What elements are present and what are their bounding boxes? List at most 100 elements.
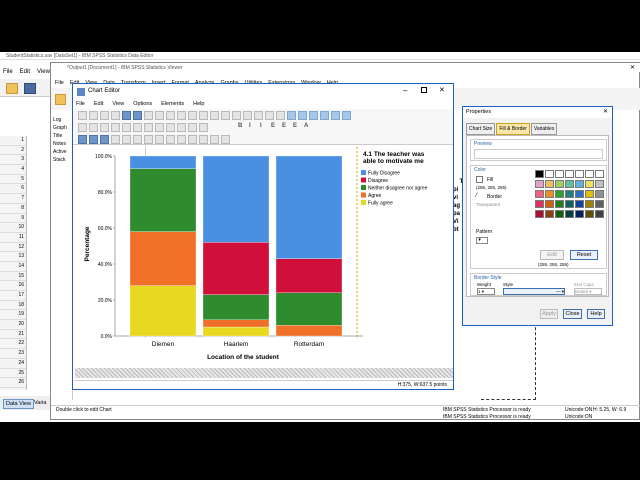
row-number[interactable]: 17 xyxy=(0,291,26,301)
tab-fill-border[interactable]: Fill & Border xyxy=(496,123,530,135)
row-number[interactable]: 11 xyxy=(0,233,26,243)
row-number[interactable]: 6 xyxy=(0,184,26,195)
palette-swatch[interactable] xyxy=(595,210,604,218)
row-number[interactable]: 21 xyxy=(0,330,26,340)
bar-segment[interactable] xyxy=(202,155,270,243)
row-number[interactable]: 2 xyxy=(0,146,26,156)
row-number[interactable]: 19 xyxy=(0,310,26,321)
outline-node[interactable]: Log xyxy=(53,116,67,124)
bar-segment[interactable] xyxy=(202,326,270,337)
menu-file[interactable]: File xyxy=(3,69,13,75)
bar-segment[interactable] xyxy=(202,242,270,295)
palette-swatch[interactable] xyxy=(585,180,594,188)
row-number[interactable]: 15 xyxy=(0,272,26,282)
palette-swatch[interactable] xyxy=(545,210,554,218)
row-number[interactable]: 7 xyxy=(0,194,26,204)
palette-swatch[interactable] xyxy=(555,180,564,188)
palette-swatch[interactable] xyxy=(575,200,584,208)
menu-edit[interactable]: Edit xyxy=(20,69,30,75)
bar-segment[interactable] xyxy=(275,155,343,259)
row-number[interactable]: 13 xyxy=(0,252,26,262)
palette-swatch[interactable] xyxy=(565,210,574,218)
palette-swatch[interactable] xyxy=(535,180,544,188)
palette-swatch[interactable] xyxy=(535,190,544,198)
row-number[interactable]: 23 xyxy=(0,349,26,359)
palette-swatch[interactable] xyxy=(575,190,584,198)
reset-color-button[interactable]: Reset xyxy=(570,250,598,260)
bar-segment[interactable] xyxy=(129,285,197,337)
fill-swatch[interactable] xyxy=(476,176,483,183)
row-number[interactable]: 25 xyxy=(0,369,26,379)
viewer-close-icon[interactable]: ✕ xyxy=(630,64,635,71)
palette-swatch[interactable] xyxy=(585,170,594,178)
outline-node[interactable]: Active xyxy=(53,148,67,156)
apply-button[interactable]: Apply xyxy=(540,309,558,319)
palette-swatch[interactable] xyxy=(595,180,604,188)
row-number[interactable]: 16 xyxy=(0,281,26,291)
tab-chart-size[interactable]: Chart Size xyxy=(466,123,496,135)
palette-swatch[interactable] xyxy=(565,180,574,188)
open-output-icon[interactable] xyxy=(55,94,66,105)
palette-swatch[interactable] xyxy=(545,170,554,178)
palette-swatch[interactable] xyxy=(545,200,554,208)
row-number[interactable]: 26 xyxy=(0,378,26,388)
row-number[interactable]: 24 xyxy=(0,359,26,369)
row-number[interactable]: 12 xyxy=(0,243,26,253)
palette-swatch[interactable] xyxy=(535,170,544,178)
close-button[interactable]: Close xyxy=(563,309,582,319)
palette-swatch[interactable] xyxy=(575,180,584,188)
fill-label[interactable]: Fill xyxy=(487,177,493,183)
bar-segment[interactable] xyxy=(129,231,197,286)
open-icon[interactable] xyxy=(6,83,18,94)
row-number[interactable]: 1 xyxy=(0,136,26,146)
row-number[interactable]: 4 xyxy=(0,165,26,175)
row-number[interactable]: 8 xyxy=(0,204,26,214)
save-icon[interactable] xyxy=(24,83,36,94)
palette-swatch[interactable] xyxy=(595,170,604,178)
menu-view[interactable]: View xyxy=(37,69,50,75)
border-label[interactable]: Border xyxy=(487,194,502,200)
row-number[interactable]: 20 xyxy=(0,320,26,330)
outline-node[interactable]: Stack xyxy=(53,156,67,164)
palette-swatch[interactable] xyxy=(575,210,584,218)
bar-segment[interactable] xyxy=(129,168,197,232)
palette-swatch[interactable] xyxy=(565,170,574,178)
bar-segment[interactable] xyxy=(275,292,343,326)
palette-swatch[interactable] xyxy=(575,170,584,178)
outline-node[interactable]: Title xyxy=(53,132,67,140)
palette-swatch[interactable] xyxy=(555,190,564,198)
palette-swatch[interactable] xyxy=(545,180,554,188)
outline-node[interactable]: Notes xyxy=(53,140,67,148)
viewer-menu-item[interactable]: File xyxy=(55,80,64,86)
bar-segment[interactable] xyxy=(129,155,197,169)
palette-swatch[interactable] xyxy=(535,210,544,218)
palette-swatch[interactable] xyxy=(585,200,594,208)
palette-swatch[interactable] xyxy=(545,190,554,198)
row-number[interactable]: 18 xyxy=(0,301,26,311)
weight-dropdown[interactable]: 1 ▾ xyxy=(477,288,495,295)
pattern-dropdown[interactable]: ▾ xyxy=(476,237,488,244)
bar-segment[interactable] xyxy=(275,258,343,293)
tab-data-view[interactable]: Data View xyxy=(3,399,34,409)
palette-swatch[interactable] xyxy=(595,190,604,198)
edit-color-button[interactable]: Edit xyxy=(540,250,564,260)
help-button[interactable]: Help xyxy=(587,309,605,319)
palette-swatch[interactable] xyxy=(555,170,564,178)
row-number[interactable]: 10 xyxy=(0,223,26,233)
end-caps-dropdown[interactable]: Butted ▾ xyxy=(574,288,602,295)
color-palette[interactable] xyxy=(535,170,605,242)
palette-swatch[interactable] xyxy=(555,210,564,218)
palette-swatch[interactable] xyxy=(595,200,604,208)
palette-swatch[interactable] xyxy=(535,200,544,208)
data-grid[interactable] xyxy=(27,136,52,390)
bar-segment[interactable] xyxy=(275,325,343,337)
tab-variables[interactable]: Variables xyxy=(530,123,558,135)
row-number[interactable]: 3 xyxy=(0,155,26,166)
row-number[interactable]: 14 xyxy=(0,262,26,272)
properties-close-icon[interactable]: ✕ xyxy=(603,108,608,115)
bar-segment[interactable] xyxy=(202,319,270,328)
outline-node[interactable]: Graph xyxy=(53,124,67,132)
stacked-bar-chart[interactable]: 0.0% 20.0% 40.0% 60.0% 80.0% 100.0% Diemen Haar… xyxy=(73,84,455,391)
tab-variable-view[interactable]: Varia xyxy=(34,400,46,406)
row-number[interactable]: 9 xyxy=(0,214,26,224)
